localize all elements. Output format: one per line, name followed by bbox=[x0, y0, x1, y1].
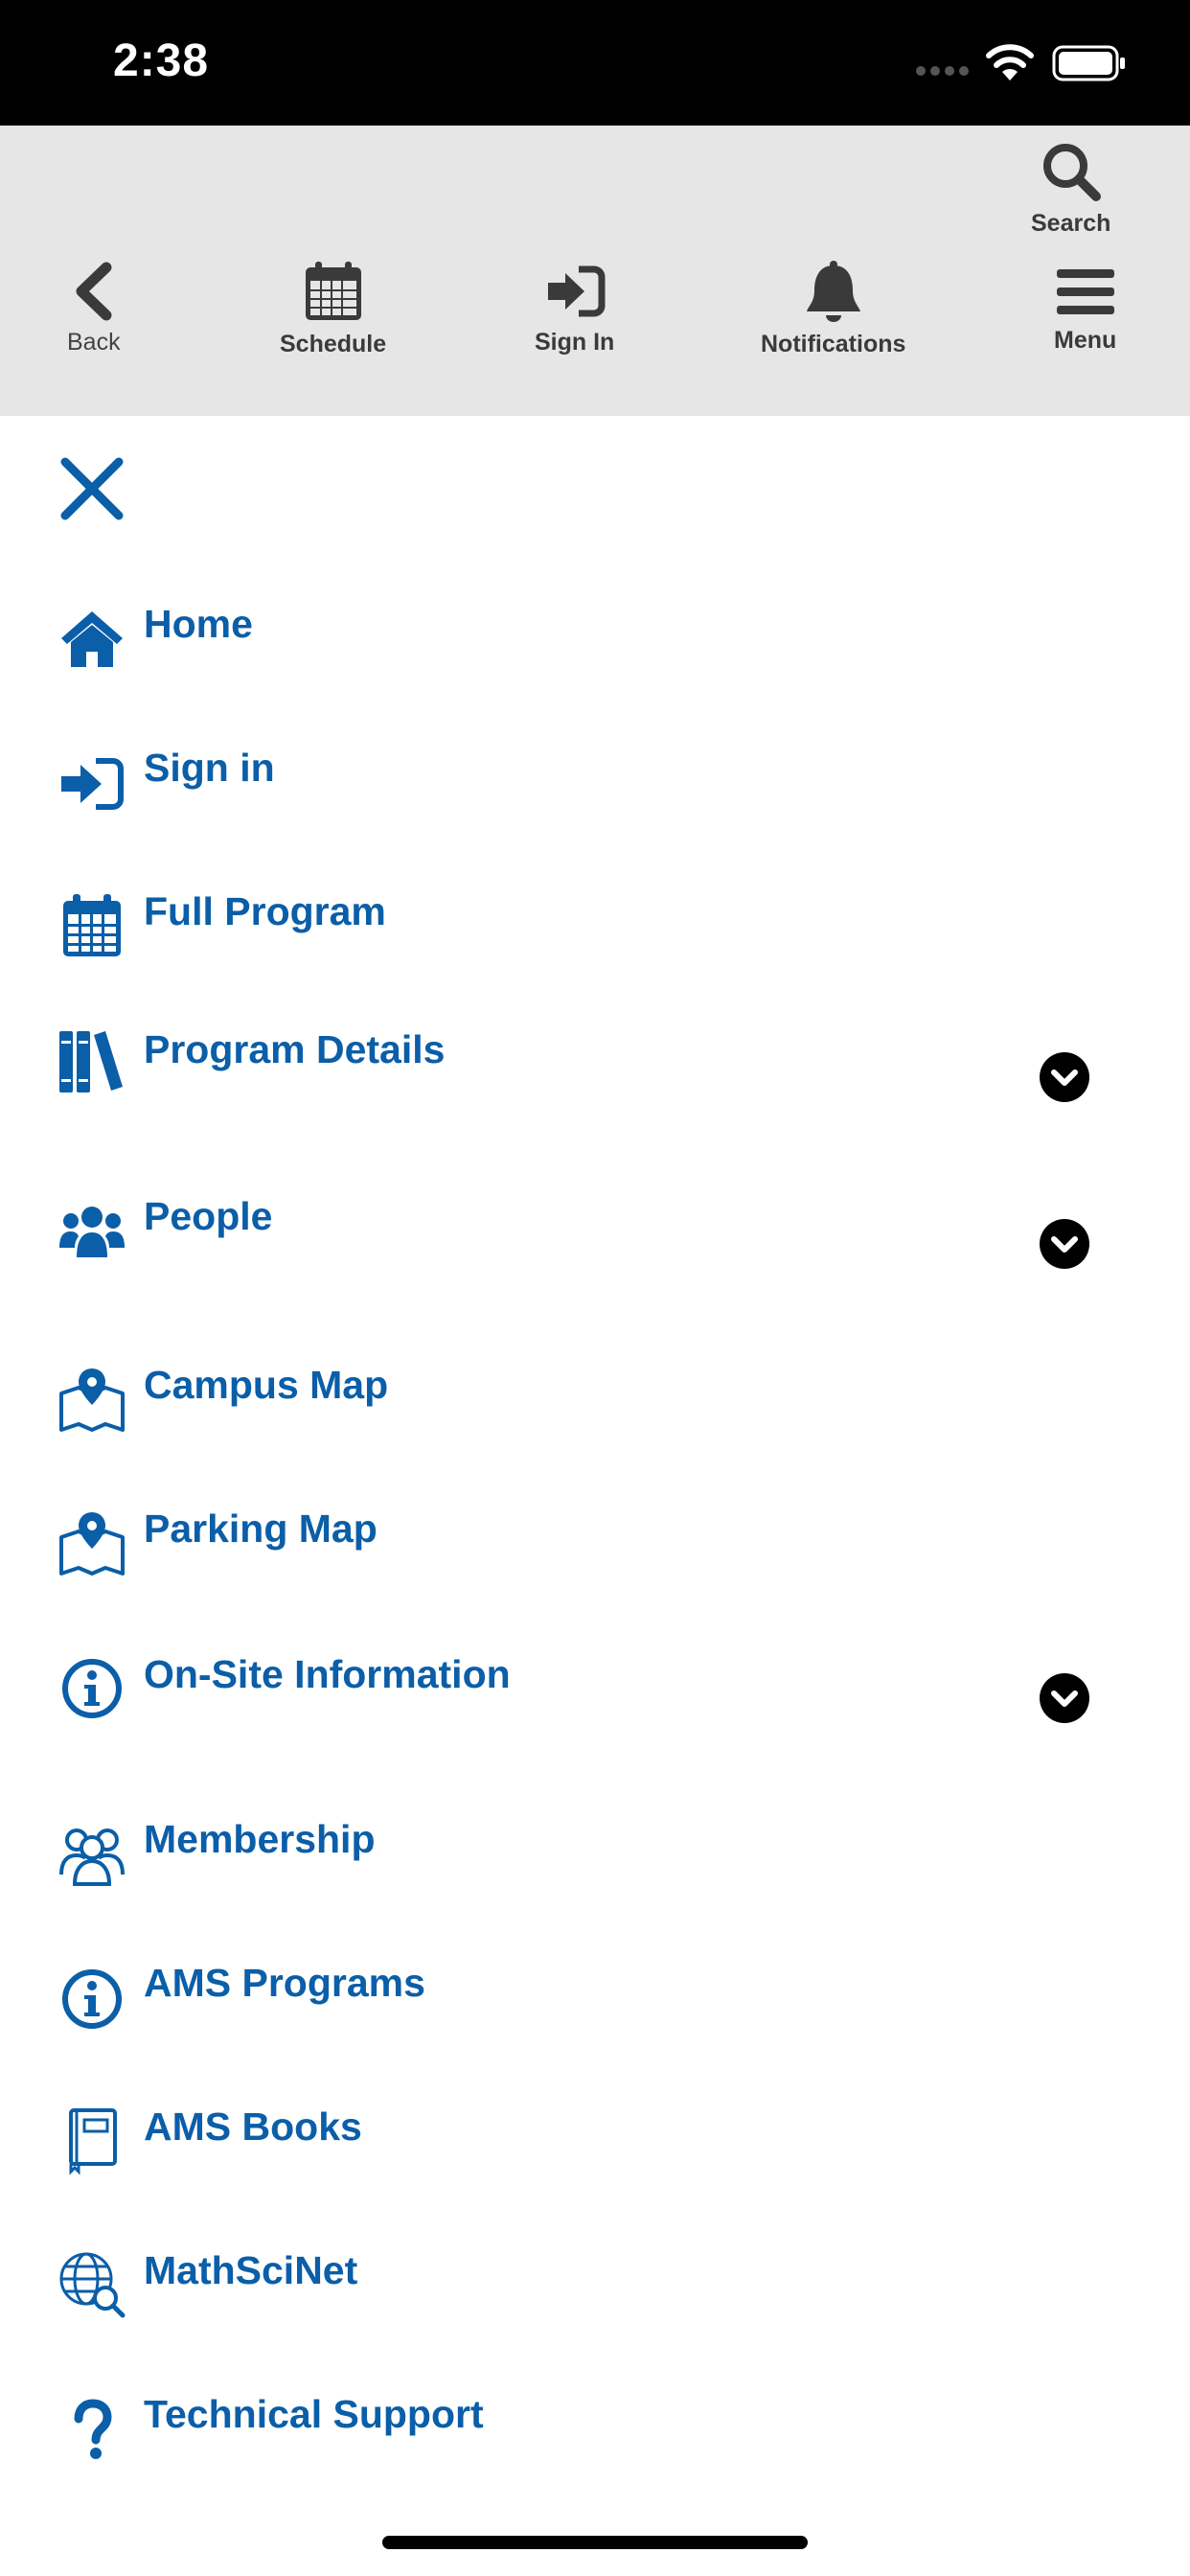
hamburger-icon bbox=[1056, 269, 1114, 314]
menu-label-parking-map: Parking Map bbox=[144, 1506, 378, 1551]
sign-in-icon bbox=[61, 758, 124, 810]
menu-label-full-program: Full Program bbox=[144, 889, 386, 933]
chevron-down-icon[interactable] bbox=[1040, 1673, 1089, 1723]
close-icon[interactable] bbox=[57, 454, 126, 523]
menu-item-sign-in[interactable]: Sign in bbox=[0, 730, 1190, 836]
menu-label-on-site-information: On-Site Information bbox=[144, 1652, 511, 1696]
question-icon bbox=[74, 2399, 112, 2459]
info-icon bbox=[62, 1659, 122, 1718]
menu-label-membership: Membership bbox=[144, 1817, 376, 1861]
menu-item-technical-support[interactable]: Technical Support bbox=[0, 2380, 1190, 2486]
info-icon bbox=[62, 1969, 122, 2029]
globe-search-icon bbox=[59, 2252, 126, 2318]
bell-icon bbox=[806, 261, 860, 322]
back-button[interactable]: Back bbox=[67, 262, 121, 356]
status-bar: 2:38 bbox=[0, 0, 1190, 126]
notifications-button[interactable]: Notifications bbox=[761, 260, 905, 358]
books-icon bbox=[59, 1031, 123, 1092]
menu-item-mathscinet[interactable]: MathSciNet bbox=[0, 2237, 1190, 2342]
sign-in-button[interactable]: Sign In bbox=[535, 262, 614, 356]
menu-label-ams-programs: AMS Programs bbox=[144, 1961, 425, 2005]
status-time: 2:38 bbox=[113, 35, 210, 86]
menu-item-ams-programs[interactable]: AMS Programs bbox=[0, 1949, 1190, 2055]
chevron-down-icon[interactable] bbox=[1040, 1052, 1089, 1102]
menu-item-on-site-information[interactable]: On-Site Information bbox=[0, 1639, 1190, 1744]
signal-icon bbox=[916, 66, 969, 76]
home-indicator bbox=[382, 2536, 808, 2549]
people-icon bbox=[59, 1207, 125, 1257]
back-label: Back bbox=[67, 329, 121, 356]
schedule-label: Schedule bbox=[280, 331, 387, 357]
menu-label-ams-books: AMS Books bbox=[144, 2104, 362, 2149]
membership-icon bbox=[59, 1828, 125, 1886]
search-label: Search bbox=[1031, 210, 1111, 237]
menu-item-ams-books[interactable]: AMS Books bbox=[0, 2093, 1190, 2198]
home-icon bbox=[61, 611, 123, 667]
menu-item-parking-map[interactable]: Parking Map bbox=[0, 1495, 1190, 1600]
book-icon bbox=[69, 2108, 117, 2175]
sign-in-icon bbox=[547, 265, 606, 317]
menu-label-home: Home bbox=[144, 602, 253, 646]
battery-icon bbox=[1052, 45, 1125, 81]
map-pin-icon bbox=[59, 1512, 125, 1576]
calendar-icon bbox=[305, 262, 361, 320]
menu-item-campus-map[interactable]: Campus Map bbox=[0, 1351, 1190, 1457]
menu-item-home[interactable]: Home bbox=[0, 586, 1190, 692]
search-button[interactable]: Search bbox=[1031, 141, 1110, 238]
wifi-icon bbox=[986, 44, 1034, 80]
menu-label-mathscinet: MathSciNet bbox=[144, 2248, 358, 2292]
chevron-down-icon[interactable] bbox=[1040, 1219, 1089, 1269]
search-icon bbox=[1042, 144, 1101, 201]
menu-item-program-details[interactable]: Program Details bbox=[0, 1018, 1190, 1123]
menu-item-people[interactable]: People bbox=[0, 1184, 1190, 1290]
calendar-icon bbox=[63, 894, 121, 956]
menu-item-full-program[interactable]: Full Program bbox=[0, 874, 1190, 979]
menu-label-program-details: Program Details bbox=[144, 1027, 446, 1071]
menu-item-membership[interactable]: Membership bbox=[0, 1806, 1190, 1911]
menu-button[interactable]: Menu bbox=[1054, 265, 1116, 355]
top-toolbar: Search Back Schedule Sign In Notificatio… bbox=[0, 126, 1190, 416]
schedule-button[interactable]: Schedule bbox=[280, 260, 386, 358]
menu-label-sign-in: Sign in bbox=[144, 746, 275, 790]
sign-in-label: Sign In bbox=[535, 329, 615, 356]
menu-label: Menu bbox=[1054, 327, 1117, 354]
menu-label-people: People bbox=[144, 1194, 273, 1238]
menu-label-campus-map: Campus Map bbox=[144, 1363, 389, 1407]
menu-label-technical-support: Technical Support bbox=[144, 2392, 484, 2436]
chevron-left-icon bbox=[76, 262, 112, 321]
map-pin-icon bbox=[59, 1368, 125, 1432]
notifications-label: Notifications bbox=[761, 331, 906, 357]
